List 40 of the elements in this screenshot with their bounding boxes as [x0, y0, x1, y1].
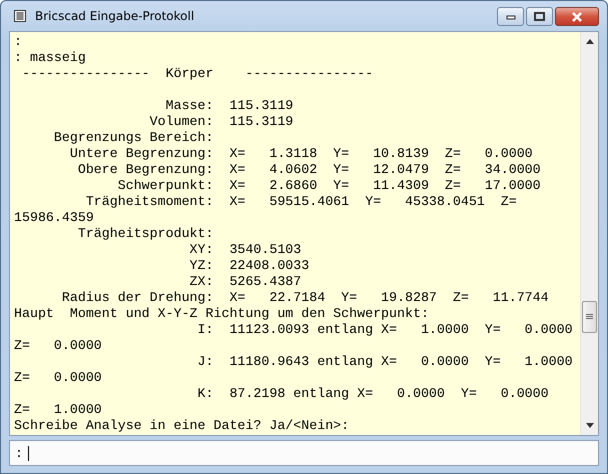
list-icon — [14, 10, 26, 22]
scroll-down-arrow-icon[interactable] — [586, 423, 594, 428]
close-icon — [571, 12, 583, 22]
log-line: : — [14, 34, 23, 50]
log-line: : masseig — [14, 50, 87, 66]
maximize-button[interactable] — [526, 7, 553, 26]
text-cursor — [28, 446, 29, 460]
log-line: YZ: 22408.0033 — [188, 258, 310, 274]
log-line: Haupt Moment und X-Y-Z Richtung um den Schwerpunkt: — [14, 306, 430, 322]
log-line: Volumen: 115.3119 — [148, 114, 294, 130]
log-line: Begrenzungs Bereich: — [52, 130, 214, 146]
log-line: Schwerpunkt: X= 2.6860 Y= 11.4309 Z= 17.0000 — [116, 178, 542, 194]
minimize-icon — [506, 14, 516, 20]
log-line: Obere Begrenzung: X= 4.0602 Y= 12.0479 Z= 34.0000 — [76, 162, 542, 178]
log-line: ZX: 5265.4387 — [188, 274, 302, 290]
grip-icon — [586, 314, 593, 320]
log-line: ---------------- Körper ---------------- — [20, 66, 374, 82]
log-line: Radius der Drehung: X= 22.7184 Y= 19.8287 Z= 11.7744 — [60, 290, 550, 306]
log-line: Masse: 115.3119 — [164, 97, 294, 114]
log-line: Trägheitsprodukt: — [76, 226, 214, 242]
scrollbar-thumb[interactable] — [582, 301, 597, 333]
command-input-field[interactable]: : — [9, 440, 599, 466]
minimize-button[interactable] — [497, 7, 524, 26]
log-line: J: 11180.9643 entlang X= 0.0000 Y= 1.0000 — [196, 354, 574, 370]
log-line: XY: 3540.5103 — [188, 242, 302, 258]
scroll-up-arrow-icon[interactable] — [586, 39, 594, 44]
log-line: K: 87.2198 entlang X= 0.0000 Y= 0.0000 — [196, 386, 550, 402]
log-line: Z= 0.0000 — [14, 338, 103, 354]
log-line: 15986.4359 — [14, 210, 95, 226]
log-line: Untere Begrenzung: X= 1.3118 Y= 10.8139 Z= 0.0000 — [68, 146, 534, 162]
close-button[interactable] — [555, 7, 599, 26]
log-line: Z= 1.0000 — [14, 402, 103, 418]
log-line: I: 11123.0093 entlang X= 1.0000 Y= 0.0000 — [196, 322, 574, 338]
maximize-icon — [534, 12, 545, 21]
log-line: Z= 0.0000 — [14, 370, 103, 386]
window-title: Bricscad Eingabe-Protokoll — [35, 9, 196, 23]
scrollbar[interactable] — [580, 32, 598, 435]
log-line: Trägheitsmoment: X= 59515.4061 Y= 45338.0451 Z= — [84, 194, 518, 210]
command-prompt: : — [15, 446, 23, 460]
log-line: Schreibe Analyse in eine Datei? Ja/<Nein>: — [14, 418, 350, 434]
